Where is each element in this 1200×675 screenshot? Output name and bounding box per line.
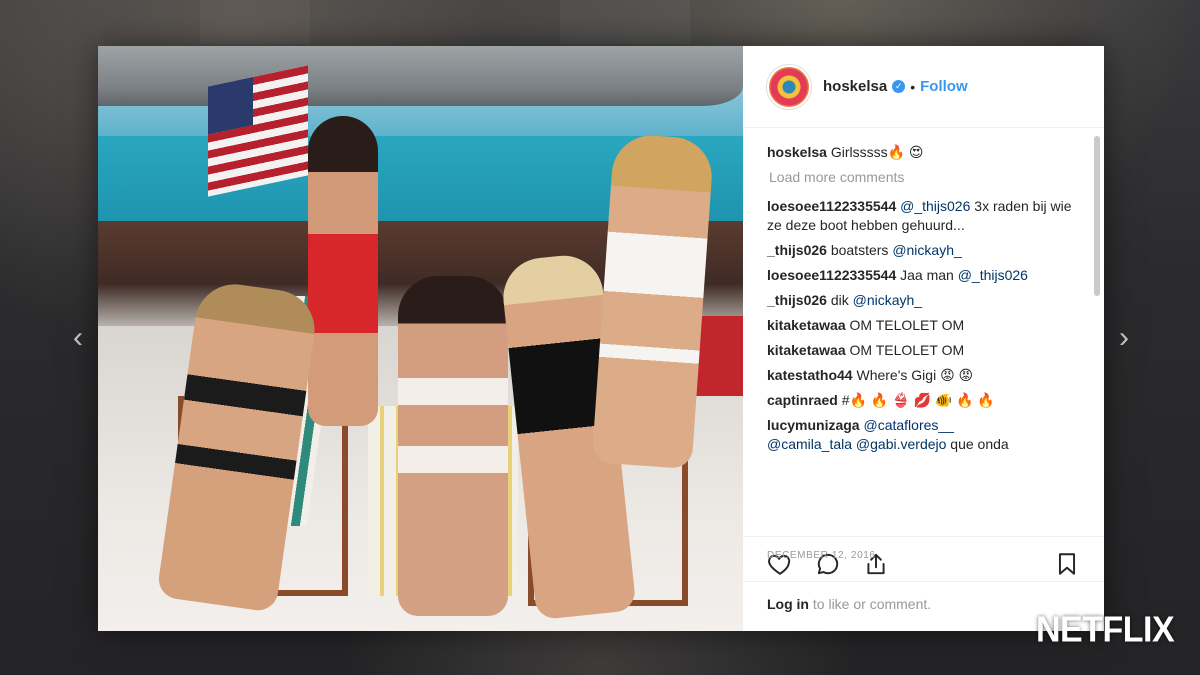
comment-mention[interactable]: @nickayh_	[892, 242, 961, 258]
verified-badge-icon: ✓	[892, 80, 906, 93]
chevron-left-icon[interactable]: ‹	[66, 322, 90, 354]
comment-text: Girlsssss🔥 😍	[826, 144, 924, 160]
comment-mention[interactable]: @cataflores__	[863, 417, 953, 433]
comment-item: lucymunizaga @cataflores__ @camila_tala …	[767, 416, 1080, 454]
comment-text: que onda	[946, 436, 1009, 452]
post-date: December 12, 2016	[767, 550, 876, 561]
comments-scrollbar[interactable]	[1094, 136, 1100, 296]
comment-item: _thijs026 boatsters @nickayh_	[767, 241, 1080, 260]
login-link[interactable]: Log in	[767, 596, 809, 612]
comment-username[interactable]: _thijs026	[767, 292, 827, 308]
login-prompt-text: to like or comment.	[809, 596, 932, 612]
comment-username[interactable]: hoskelsa	[767, 144, 827, 160]
comment-item: loesoee1122335544 @_thijs026 3x raden bi…	[767, 197, 1080, 235]
comment-mention[interactable]: @_thijs026	[900, 198, 970, 214]
comment-mention[interactable]: @gabi.verdejo	[856, 436, 947, 452]
photo-boat-canopy	[98, 46, 743, 106]
comment-item: kitaketawaa OM TELOLET OM	[767, 316, 1080, 335]
comment-username[interactable]: kitaketawaa	[767, 342, 846, 358]
bookmark-icon[interactable]	[1054, 551, 1080, 577]
comment-username[interactable]: loesoee1122335544	[767, 267, 896, 283]
separator-dot: •	[910, 78, 916, 95]
comment-username[interactable]: captinraed	[767, 392, 838, 408]
comment-item: katestatho44 Where's Gigi 😡 😡	[767, 366, 1080, 385]
comment-text: Jaa man	[896, 267, 958, 283]
post-sidebar: hoskelsa ✓ • Follow hoskelsa Girlsssss🔥 …	[743, 46, 1104, 631]
comment-text: OM TELOLET OM	[845, 342, 965, 358]
photo-person	[398, 276, 508, 616]
comment-username[interactable]: katestatho44	[767, 367, 853, 383]
comment-username[interactable]: kitaketawaa	[767, 317, 846, 333]
comment-username[interactable]: _thijs026	[767, 242, 827, 258]
comment-item: loesoee1122335544 Jaa man @_thijs026	[767, 266, 1080, 285]
comment-text: dik	[826, 292, 853, 308]
post-username[interactable]: hoskelsa	[823, 78, 887, 95]
background-tile	[200, 0, 310, 44]
caption-comment: hoskelsa Girlsssss🔥 😍	[767, 143, 1080, 162]
chevron-right-icon[interactable]: ›	[1112, 322, 1136, 354]
comment-mention[interactable]: @_thijs026	[958, 267, 1028, 283]
comment-username[interactable]: loesoee1122335544	[767, 198, 896, 214]
comment-item: captinraed #🔥 🔥 👙 💋 🐠 🔥 🔥	[767, 391, 1080, 410]
comment-item: _thijs026 dik @nickayh_	[767, 291, 1080, 310]
load-more-comments-button[interactable]: Load more comments	[769, 168, 1080, 187]
comment-text: OM TELOLET OM	[845, 317, 965, 333]
comment-text: Where's Gigi 😡 😡	[852, 367, 974, 383]
photo-flag	[208, 65, 308, 197]
comments-list: hoskelsa Girlsssss🔥 😍 Load more comments…	[743, 129, 1104, 534]
instagram-post: hoskelsa ✓ • Follow hoskelsa Girlsssss🔥 …	[98, 46, 1104, 631]
comment-text: #🔥 🔥 👙 💋 🐠 🔥 🔥	[837, 392, 995, 408]
follow-button[interactable]: Follow	[920, 78, 968, 95]
netflix-logo: NETFLIX	[1036, 610, 1175, 650]
comment-item: kitaketawaa OM TELOLET OM	[767, 341, 1080, 360]
post-photo	[98, 46, 743, 631]
comment-mention[interactable]: @nickayh_	[853, 292, 922, 308]
photo-person	[308, 116, 378, 426]
comment-text: boatsters	[826, 242, 893, 258]
background-tile	[560, 0, 690, 44]
post-header: hoskelsa ✓ • Follow	[743, 46, 1104, 128]
comment-mention[interactable]: @camila_tala	[767, 436, 852, 452]
comment-username[interactable]: lucymunizaga	[767, 417, 860, 433]
avatar[interactable]	[767, 64, 811, 109]
